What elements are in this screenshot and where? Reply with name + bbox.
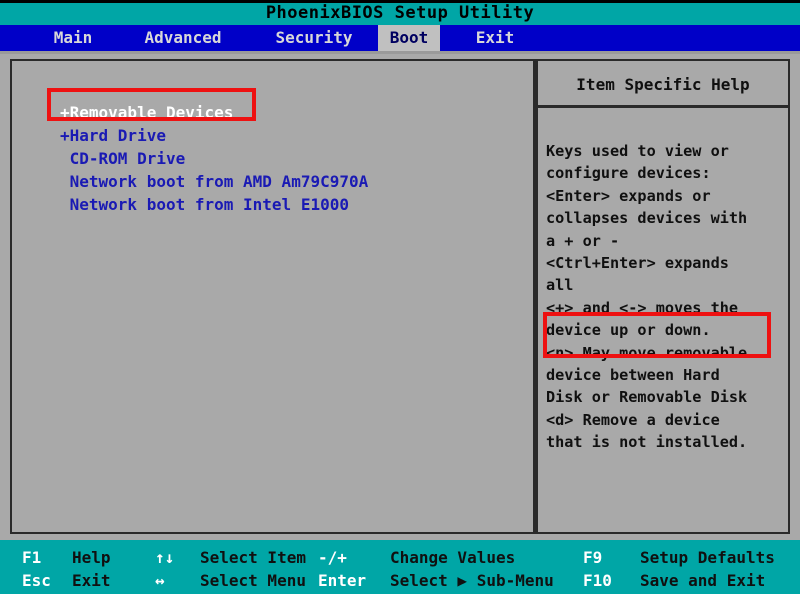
footer-key[interactable]: Enter (318, 570, 366, 592)
help-text-line: Disk or Removable Disk (546, 386, 788, 408)
footer-key[interactable]: F9 (583, 547, 602, 569)
boot-device-item[interactable]: +Removable Devices (60, 101, 368, 124)
help-text-line: that is not installed. (546, 431, 788, 453)
footer-key-description: Exit (72, 570, 111, 592)
menu-tab-advanced[interactable]: Advanced (118, 25, 248, 51)
help-text-line: Keys used to view or (546, 140, 788, 162)
footer-key-description: Setup Defaults (640, 547, 775, 569)
menu-tab-exit[interactable]: Exit (450, 25, 540, 51)
help-text-line: <Enter> expands or (546, 185, 788, 207)
menu-tab-security[interactable]: Security (250, 25, 378, 51)
footer-key-description: Select Item (200, 547, 306, 569)
help-panel-body: Keys used to view orconfigure devices:<E… (538, 108, 788, 454)
boot-device-item[interactable]: CD-ROM Drive (60, 147, 368, 170)
footer-key-description: Change Values (390, 547, 515, 569)
title-bar-top-rule (0, 0, 800, 3)
footer-key-description: Select Menu (200, 570, 306, 592)
menu-tab-boot[interactable]: Boot (378, 25, 440, 51)
help-text-line: configure devices: (546, 162, 788, 184)
bios-setup-screen: PhoenixBIOS Setup Utility MainAdvancedSe… (0, 0, 800, 594)
boot-device-item[interactable]: Network boot from AMD Am79C970A (60, 170, 368, 193)
footer-key[interactable]: ↑↓ (155, 547, 174, 569)
help-text-line: device between Hard (546, 364, 788, 386)
help-text-line: a + or - (546, 230, 788, 252)
boot-device-list[interactable]: +Removable Devices+Hard Drive CD-ROM Dri… (60, 101, 368, 216)
help-text-line: <Ctrl+Enter> expands (546, 252, 788, 274)
footer-key-description: Save and Exit (640, 570, 765, 592)
help-text-line: all (546, 274, 788, 296)
title-bar: PhoenixBIOS Setup Utility (0, 0, 800, 25)
item-specific-help-panel: Item Specific Help Keys used to view orc… (535, 59, 790, 534)
help-panel-title: Item Specific Help (538, 61, 788, 108)
footer-key[interactable]: Esc (22, 570, 51, 592)
help-text-line: device up or down. (546, 319, 788, 341)
footer-key[interactable]: F1 (22, 547, 41, 569)
help-text-line: collapses devices with (546, 207, 788, 229)
help-text-line: <n> May move removable (546, 342, 788, 364)
footer-key-description: Select ▶ Sub-Menu (390, 570, 554, 592)
footer-key[interactable]: ↔ (155, 570, 165, 592)
footer-key-description: Help (72, 547, 111, 569)
footer-key[interactable]: F10 (583, 570, 612, 592)
boot-device-item[interactable]: +Hard Drive (60, 124, 368, 147)
boot-order-panel: +Removable Devices+Hard Drive CD-ROM Dri… (10, 59, 535, 534)
menu-bar: MainAdvancedSecurityBoot Exit (0, 25, 800, 51)
help-text-line: <+> and <-> moves the (546, 297, 788, 319)
window-title: PhoenixBIOS Setup Utility (266, 3, 534, 23)
footer-key[interactable]: -/+ (318, 547, 347, 569)
help-text-line: <d> Remove a device (546, 409, 788, 431)
boot-device-item[interactable]: Network boot from Intel E1000 (60, 193, 368, 216)
content-area: +Removable Devices+Hard Drive CD-ROM Dri… (0, 54, 800, 540)
menu-tab-main[interactable]: Main (28, 25, 118, 51)
